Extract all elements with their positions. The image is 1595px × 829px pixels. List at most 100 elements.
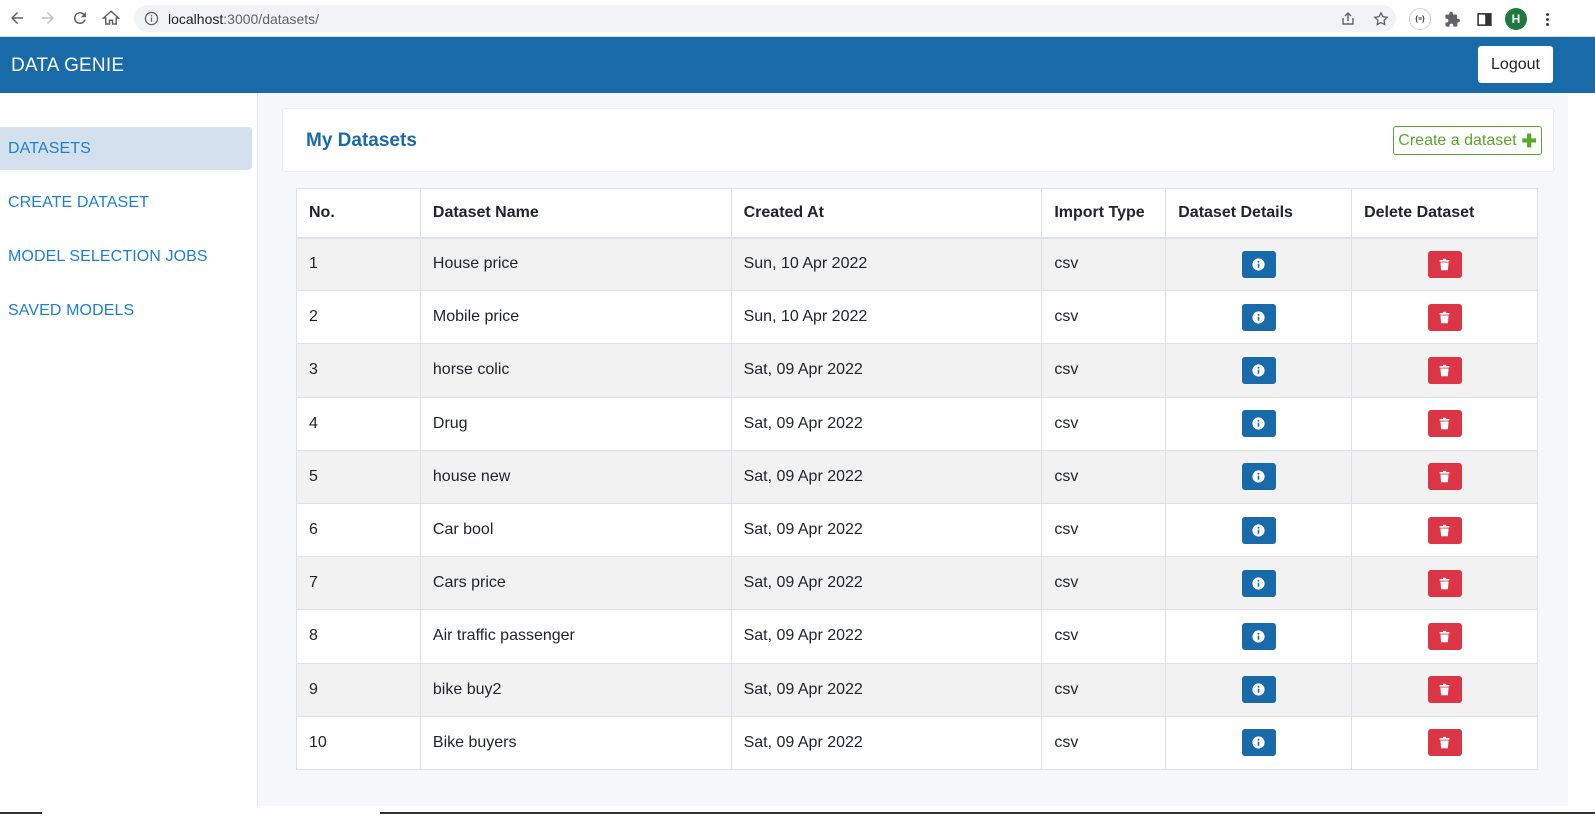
trash-icon <box>1439 258 1450 271</box>
cell-import-type: csv <box>1041 502 1167 558</box>
info-circle-icon <box>1252 523 1265 537</box>
cell-dataset-details <box>1165 449 1353 504</box>
cell-created-at: Sun, 10 Apr 2022 <box>730 290 1043 345</box>
trash-icon <box>1439 364 1450 377</box>
dataset-details-button[interactable] <box>1241 356 1276 384</box>
table-row: 4 Drug Sat, 09 Apr 2022 csv <box>296 396 1538 451</box>
datasets-table: No. Dataset Name Created At Import Type … <box>296 188 1538 770</box>
extension-badge-icon[interactable]: {≡} <box>1409 8 1431 30</box>
cell-import-type: csv <box>1041 556 1167 611</box>
home-icon[interactable] <box>101 8 121 28</box>
cell-import-type: csv <box>1041 449 1167 504</box>
delete-dataset-button[interactable] <box>1427 622 1462 650</box>
trash-icon <box>1439 417 1450 430</box>
table-row: 8 Air traffic passenger Sat, 09 Apr 2022 cs… <box>296 609 1538 664</box>
url-host: localhost <box>168 11 224 27</box>
cell-no: 1 <box>296 236 421 292</box>
cell-dataset-details <box>1165 343 1353 398</box>
cell-delete-dataset <box>1351 396 1538 451</box>
create-dataset-label: Create a dataset <box>1398 131 1517 149</box>
dataset-details-button[interactable] <box>1241 410 1276 438</box>
cell-no: 3 <box>296 343 421 398</box>
cell-import-type: csv <box>1041 290 1167 345</box>
cell-no: 8 <box>296 609 421 664</box>
delete-dataset-button[interactable] <box>1427 676 1462 704</box>
sidebar-item-saved-models[interactable]: SAVED MODELS <box>0 289 252 332</box>
side-panel-icon[interactable] <box>1473 8 1495 30</box>
delete-dataset-button[interactable] <box>1427 463 1462 491</box>
url-path: :3000/datasets/ <box>223 11 320 27</box>
cell-created-at: Sat, 09 Apr 2022 <box>730 556 1043 611</box>
dataset-details-button[interactable] <box>1241 676 1276 704</box>
cell-created-at: Sat, 09 Apr 2022 <box>730 396 1043 451</box>
back-arrow-icon[interactable] <box>7 8 27 28</box>
dataset-details-button[interactable] <box>1241 729 1276 757</box>
logout-button[interactable]: Logout <box>1478 46 1553 83</box>
reload-icon[interactable] <box>70 8 90 28</box>
cell-dataset-details <box>1165 662 1353 717</box>
dataset-details-button[interactable] <box>1241 463 1276 491</box>
table-header-row: No. Dataset Name Created At Import Type … <box>296 188 1538 239</box>
delete-dataset-button[interactable] <box>1427 250 1462 278</box>
cell-delete-dataset <box>1351 236 1538 292</box>
column-header-no: No. <box>296 188 421 239</box>
cell-import-type: csv <box>1041 396 1167 451</box>
cell-created-at: Sat, 09 Apr 2022 <box>730 609 1043 664</box>
trash-icon <box>1439 471 1450 483</box>
table-row: 2 Mobile price Sun, 10 Apr 2022 csv <box>296 290 1538 345</box>
dataset-details-button[interactable] <box>1241 622 1276 650</box>
sidebar-item-model-selection-jobs[interactable]: MODEL SELECTION JOBS <box>0 235 252 278</box>
delete-dataset-button[interactable] <box>1427 356 1462 384</box>
delete-dataset-button[interactable] <box>1427 410 1462 438</box>
page-header-card: My Datasets Create a dataset ✚ <box>282 108 1554 172</box>
cell-import-type: csv <box>1041 236 1167 292</box>
info-circle-icon <box>1252 736 1265 749</box>
trash-icon <box>1439 630 1450 643</box>
create-dataset-button[interactable]: Create a dataset ✚ <box>1393 126 1542 155</box>
cell-dataset-details <box>1165 236 1353 292</box>
cell-no: 7 <box>296 556 421 611</box>
extensions-puzzle-icon[interactable] <box>1441 8 1463 30</box>
page-title: My Datasets <box>306 130 417 151</box>
dataset-details-button[interactable] <box>1241 303 1276 331</box>
delete-dataset-button[interactable] <box>1427 729 1462 757</box>
brand-title[interactable]: DATA GENIE <box>11 55 124 77</box>
forward-arrow-icon[interactable] <box>38 8 58 28</box>
sidebar-item-create-dataset[interactable]: CREATE DATASET <box>0 181 252 224</box>
table-row: 7 Cars price Sat, 09 Apr 2022 csv <box>296 556 1538 611</box>
delete-dataset-button[interactable] <box>1427 303 1462 331</box>
address-bar[interactable]: localhost:3000/datasets/ <box>134 5 1396 32</box>
delete-dataset-button[interactable] <box>1427 516 1462 544</box>
cell-delete-dataset <box>1351 609 1538 664</box>
cell-import-type: csv <box>1041 662 1167 717</box>
taskbar-segment <box>380 812 1595 814</box>
info-circle-icon <box>1252 364 1265 377</box>
dataset-details-button[interactable] <box>1241 516 1276 544</box>
cell-dataset-details <box>1165 290 1353 345</box>
cell-dataset-name: Mobile price <box>419 290 732 345</box>
delete-dataset-button[interactable] <box>1427 569 1462 597</box>
cell-dataset-name: Air traffic passenger <box>419 609 732 664</box>
column-header-created-at: Created At <box>730 188 1043 239</box>
sidebar-item-datasets[interactable]: DATASETS <box>0 127 252 170</box>
trash-icon <box>1439 524 1450 536</box>
table-row: 10 Bike buyers Sat, 09 Apr 2022 csv <box>296 715 1538 770</box>
share-icon[interactable] <box>1340 11 1356 27</box>
profile-avatar[interactable]: H <box>1505 8 1527 30</box>
cell-no: 10 <box>296 715 421 770</box>
kebab-menu-icon[interactable] <box>1536 8 1558 30</box>
site-info-icon[interactable] <box>144 11 159 26</box>
cell-delete-dataset <box>1351 662 1538 717</box>
cell-created-at: Sat, 09 Apr 2022 <box>730 343 1043 398</box>
info-circle-icon <box>1252 417 1265 430</box>
cell-created-at: Sat, 09 Apr 2022 <box>730 715 1043 770</box>
bookmark-star-icon[interactable] <box>1373 11 1389 27</box>
column-header-import-type: Import Type <box>1041 188 1167 239</box>
cell-delete-dataset <box>1351 449 1538 504</box>
info-circle-icon <box>1252 577 1265 590</box>
dataset-details-button[interactable] <box>1241 250 1276 278</box>
plus-icon: ✚ <box>1521 130 1537 151</box>
dataset-details-button[interactable] <box>1241 569 1276 597</box>
table-row: 1 House price Sun, 10 Apr 2022 csv <box>296 236 1538 292</box>
table-row: 3 horse colic Sat, 09 Apr 2022 csv <box>296 343 1538 398</box>
